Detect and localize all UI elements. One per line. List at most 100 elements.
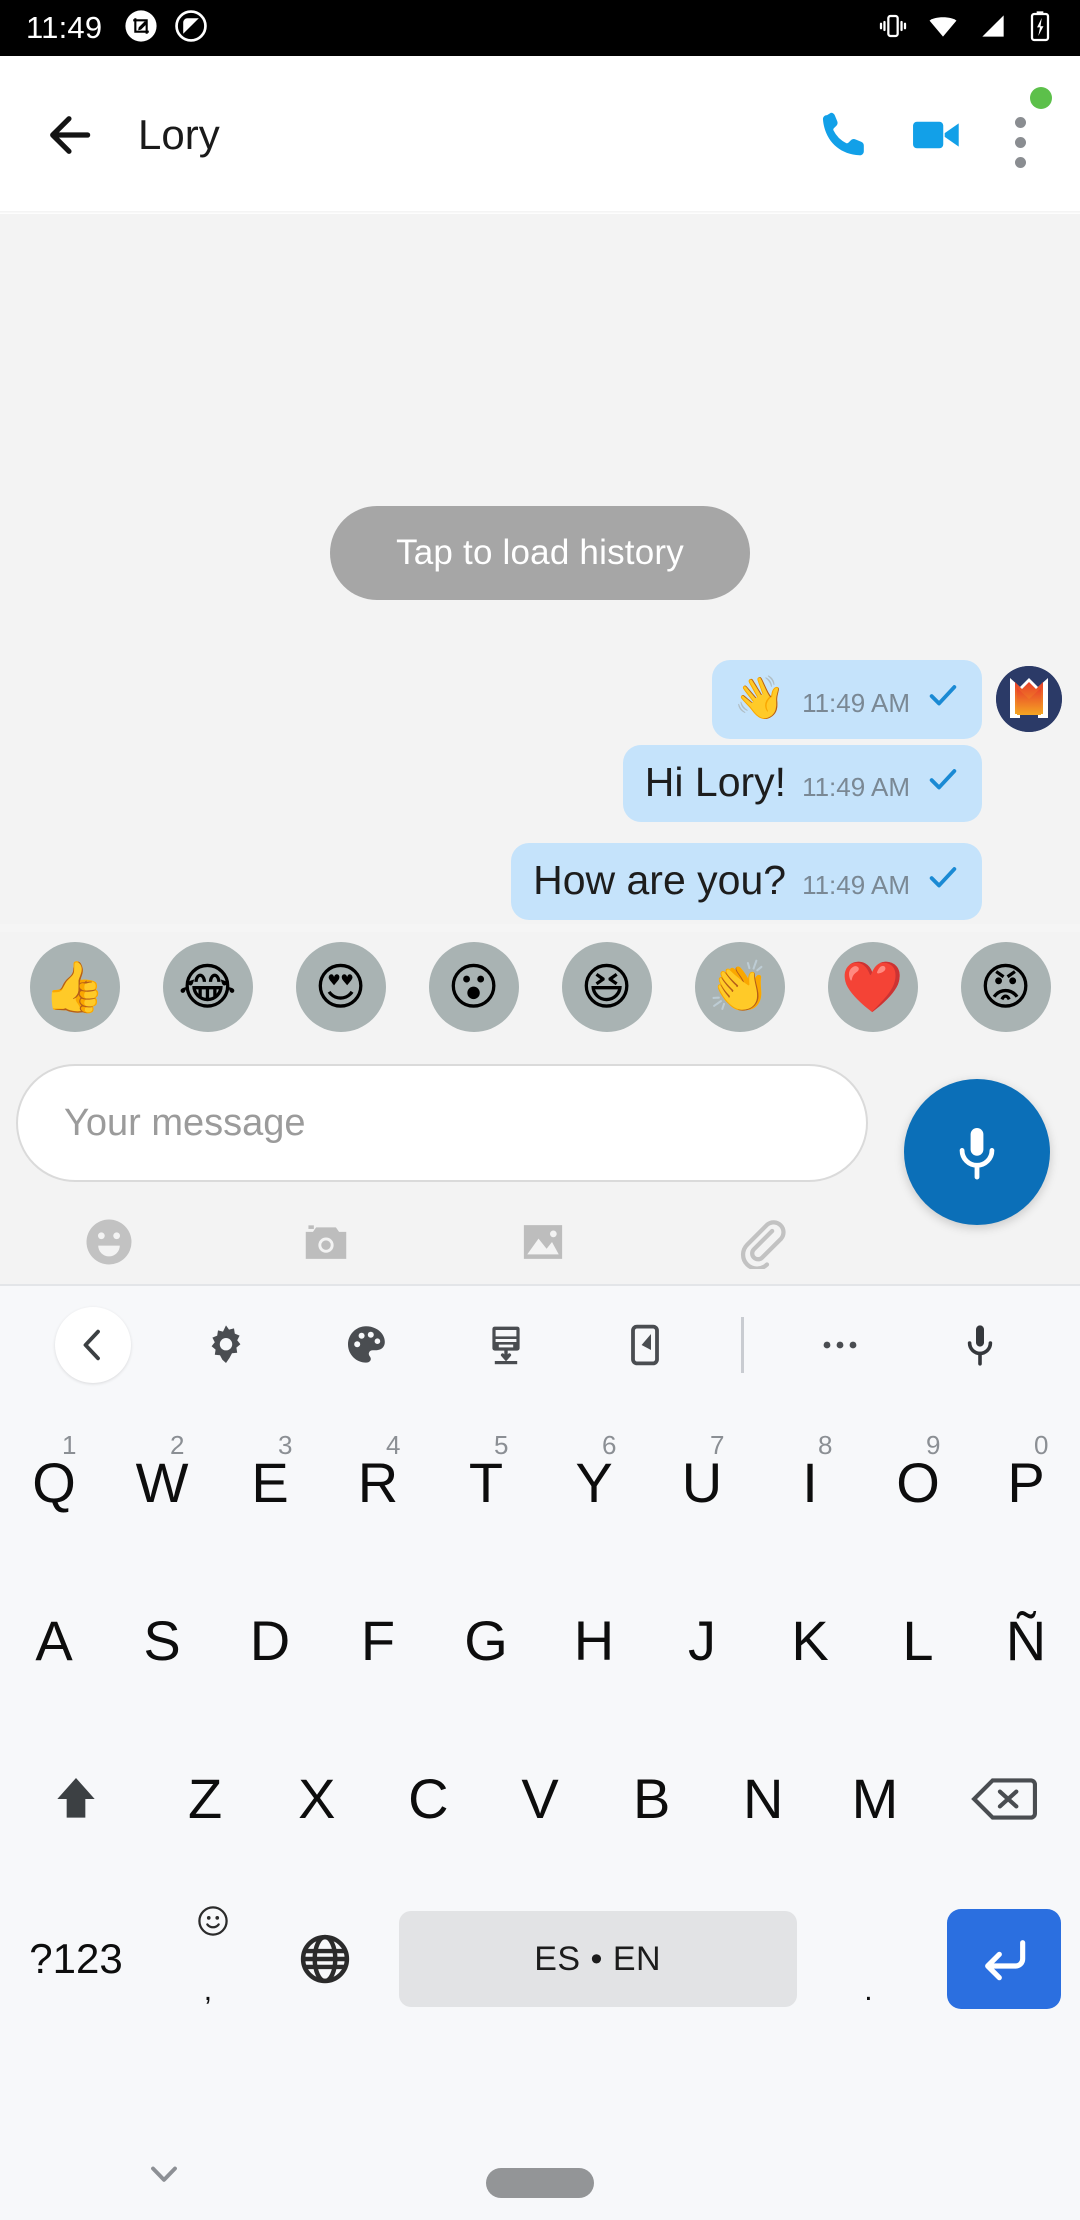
phone-call-icon bbox=[822, 112, 864, 156]
key-e[interactable]: 3E bbox=[216, 1404, 324, 1562]
key-n[interactable]: N bbox=[707, 1720, 819, 1878]
voice-record-button[interactable] bbox=[904, 1079, 1050, 1225]
keyboard-settings-button[interactable] bbox=[156, 1295, 296, 1395]
message-timestamp: 11:49 AM bbox=[802, 688, 910, 718]
gallery-image-icon bbox=[523, 1225, 562, 1259]
voice-input-microphone-icon bbox=[967, 1325, 993, 1366]
mail-app-avatar-icon bbox=[996, 666, 1062, 733]
keyboard-toolbar bbox=[0, 1286, 1080, 1404]
key-s[interactable]: S bbox=[108, 1562, 216, 1720]
keyboard-resize-button[interactable] bbox=[436, 1295, 576, 1395]
key-b[interactable]: B bbox=[596, 1720, 708, 1878]
back-button[interactable] bbox=[30, 96, 108, 174]
emoji-button[interactable] bbox=[0, 1215, 217, 1269]
symbols-key[interactable]: ?123 bbox=[0, 1880, 152, 2038]
key-k[interactable]: K bbox=[756, 1562, 864, 1720]
key-a[interactable]: A bbox=[0, 1562, 108, 1720]
reaction-tears-of-joy[interactable]: 😂 bbox=[162, 942, 253, 1032]
voice-call-button[interactable] bbox=[798, 89, 890, 181]
key-q[interactable]: 1Q bbox=[0, 1404, 108, 1562]
key-number-hint: 0 bbox=[1034, 1430, 1049, 1460]
key-r[interactable]: 4R bbox=[324, 1404, 432, 1562]
reaction-squinting-laugh[interactable]: 😆 bbox=[561, 942, 652, 1032]
key-number-hint: 5 bbox=[494, 1430, 509, 1460]
key-label: . bbox=[864, 1974, 873, 2007]
key-l[interactable]: L bbox=[864, 1562, 972, 1720]
key-label: R bbox=[357, 1451, 399, 1514]
key-m[interactable]: M bbox=[819, 1720, 931, 1878]
attachment-options bbox=[0, 1202, 868, 1282]
reaction-open-mouth[interactable]: 😮 bbox=[428, 942, 519, 1032]
video-camera-icon bbox=[913, 121, 959, 149]
keyboard-toolbar-divider bbox=[741, 1317, 745, 1373]
keyboard-voice-input-button[interactable] bbox=[910, 1295, 1050, 1395]
key-g[interactable]: G bbox=[432, 1562, 540, 1720]
key-p[interactable]: 0P bbox=[972, 1404, 1080, 1562]
reaction-heart-eyes[interactable]: 😍 bbox=[295, 942, 386, 1032]
key-label: Y bbox=[575, 1451, 613, 1514]
backspace-delete-icon bbox=[971, 1778, 1038, 1820]
enter-return-icon bbox=[985, 1940, 1026, 1981]
language-switch-key[interactable] bbox=[267, 1880, 382, 2038]
key-i[interactable]: 8I bbox=[756, 1404, 864, 1562]
camera-button[interactable] bbox=[217, 1215, 434, 1269]
key-number-hint: 2 bbox=[170, 1430, 185, 1460]
message-row: 👋 11:49 AM bbox=[711, 660, 1062, 739]
wifi-icon bbox=[926, 9, 960, 48]
shift-key[interactable] bbox=[2, 1720, 149, 1878]
reaction-thumbs-up[interactable]: 👍 bbox=[29, 942, 120, 1032]
load-history-button[interactable]: Tap to load history bbox=[330, 506, 750, 600]
more-horizontal-icon bbox=[823, 1341, 857, 1349]
home-gesture-pill[interactable] bbox=[486, 2168, 594, 2198]
video-call-button[interactable] bbox=[890, 89, 982, 181]
keyboard-more-button[interactable] bbox=[770, 1295, 910, 1395]
key-h[interactable]: H bbox=[540, 1562, 648, 1720]
key-y[interactable]: 6Y bbox=[540, 1404, 648, 1562]
message-bubble-outgoing[interactable]: 👋 11:49 AM bbox=[711, 660, 982, 739]
comma-key[interactable]: , bbox=[152, 1880, 267, 2038]
gallery-button[interactable] bbox=[434, 1215, 651, 1269]
keyboard-toolbar-back-button[interactable] bbox=[30, 1295, 156, 1395]
overflow-menu-button[interactable] bbox=[982, 87, 1058, 183]
key-label: B bbox=[632, 1767, 671, 1830]
one-handed-mode-button[interactable] bbox=[575, 1295, 715, 1395]
key-label: O bbox=[896, 1451, 940, 1514]
message-input[interactable]: Your message bbox=[16, 1064, 868, 1182]
page-title: Lory bbox=[138, 111, 220, 158]
key-z[interactable]: Z bbox=[149, 1720, 261, 1878]
space-key[interactable]: ES • EN bbox=[383, 1880, 813, 2038]
message-bubble-outgoing[interactable]: How are you? 11:49 AM bbox=[511, 843, 982, 921]
microphone-icon bbox=[959, 1128, 995, 1180]
key-f[interactable]: F bbox=[324, 1562, 432, 1720]
palette-theme-icon bbox=[347, 1326, 385, 1363]
key-o[interactable]: 9O bbox=[864, 1404, 972, 1562]
avatar[interactable] bbox=[996, 666, 1062, 733]
key-c[interactable]: C bbox=[373, 1720, 485, 1878]
message-list[interactable]: Tap to load history 👋 11:49 AM Hi Lory! … bbox=[0, 214, 1080, 924]
reaction-angry-face[interactable]: 😡 bbox=[960, 942, 1051, 1032]
key-u[interactable]: 7U bbox=[648, 1404, 756, 1562]
key-w[interactable]: 2W bbox=[108, 1404, 216, 1562]
status-bar-notification-icons bbox=[124, 9, 208, 48]
enter-key[interactable] bbox=[928, 1880, 1080, 2038]
key-x[interactable]: X bbox=[261, 1720, 373, 1878]
key-number-hint: 3 bbox=[278, 1430, 293, 1460]
key-label: T bbox=[468, 1451, 504, 1514]
keyboard-row-4: ?123 , ES • EN . bbox=[0, 1878, 1080, 2040]
key-label: ?123 bbox=[29, 1935, 123, 1982]
reaction-clapping-hands[interactable]: 👏 bbox=[694, 942, 785, 1032]
key-number-hint: 9 bbox=[926, 1430, 941, 1460]
key-t[interactable]: 5T bbox=[432, 1404, 540, 1562]
backspace-key[interactable] bbox=[931, 1720, 1078, 1878]
message-bubble-outgoing[interactable]: Hi Lory! 11:49 AM bbox=[622, 745, 982, 823]
key-label: L bbox=[902, 1609, 934, 1672]
key-v[interactable]: V bbox=[484, 1720, 596, 1878]
key-enye[interactable]: Ñ bbox=[972, 1562, 1080, 1720]
period-key[interactable]: . bbox=[813, 1880, 928, 2038]
dismiss-keyboard-button[interactable] bbox=[142, 2152, 186, 2201]
key-j[interactable]: J bbox=[648, 1562, 756, 1720]
keyboard-theme-button[interactable] bbox=[296, 1295, 436, 1395]
key-d[interactable]: D bbox=[216, 1562, 324, 1720]
reaction-red-heart[interactable]: ❤️ bbox=[827, 942, 918, 1032]
attach-file-button[interactable] bbox=[651, 1215, 868, 1269]
